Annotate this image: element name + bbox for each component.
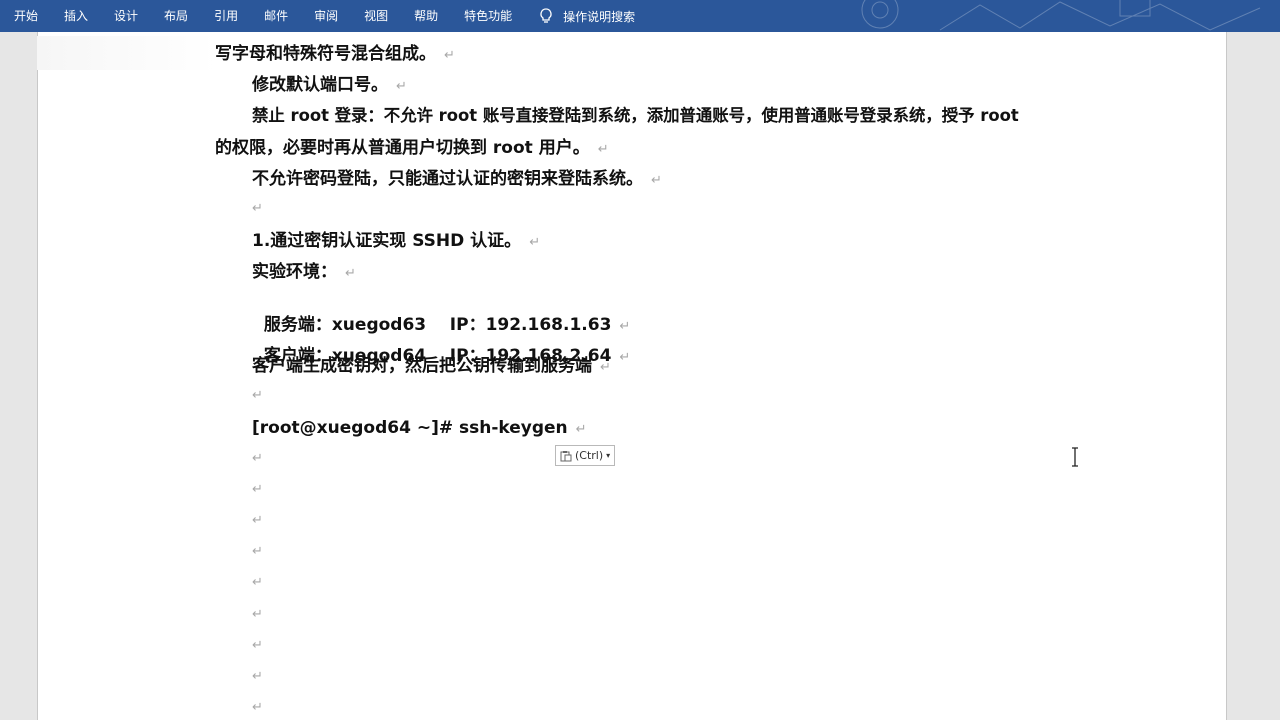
empty-paragraph-mark: ↵ bbox=[252, 607, 263, 622]
tab-home[interactable]: 开始 bbox=[0, 0, 51, 32]
paragraph-mark: ↵ bbox=[651, 173, 662, 188]
doc-line-10[interactable]: 客户端生成密钥对，然后把公钥传输到服务端 ↵ bbox=[252, 355, 611, 379]
paragraph-mark: ↵ bbox=[600, 360, 611, 375]
doc-line-text: [root@xuegod64 ~]# ssh-keygen bbox=[252, 418, 568, 438]
tab-design[interactable]: 设计 bbox=[101, 0, 151, 32]
empty-paragraph-mark: ↵ bbox=[252, 544, 263, 559]
redacted-area bbox=[37, 36, 217, 70]
paste-options-button[interactable]: (Ctrl) ▾ bbox=[555, 445, 615, 466]
chevron-down-icon: ▾ bbox=[606, 451, 611, 460]
empty-paragraph-mark: ↵ bbox=[252, 575, 263, 590]
empty-paragraph-mark: ↵ bbox=[252, 669, 263, 684]
doc-line-text: 修改默认端口号。 bbox=[252, 75, 388, 95]
doc-line-text: 不允许密码登陆，只能通过认证的密钥来登陆系统。 bbox=[252, 169, 643, 189]
ribbon-tab-bar: 开始 插入 设计 布局 引用 邮件 审阅 视图 帮助 特色功能 操作说明搜索 bbox=[0, 0, 1280, 32]
tab-help[interactable]: 帮助 bbox=[401, 0, 451, 32]
clipboard-icon bbox=[560, 450, 572, 461]
paragraph-mark: ↵ bbox=[396, 79, 407, 94]
empty-paragraph-mark: ↵ bbox=[252, 482, 263, 497]
doc-line-text: 的权限，必要时再从普通用户切换到 root 用户。 bbox=[215, 138, 590, 158]
doc-line-4[interactable]: 的权限，必要时再从普通用户切换到 root 用户。 ↵ bbox=[215, 137, 609, 161]
tell-me-search[interactable]: 操作说明搜索 bbox=[531, 0, 643, 32]
tell-me-label: 操作说明搜索 bbox=[563, 9, 636, 24]
doc-line-text: 客户端生成密钥对，然后把公钥传输到服务端 bbox=[252, 356, 592, 376]
doc-line-5[interactable]: 不允许密码登陆，只能通过认证的密钥来登陆系统。 ↵ bbox=[252, 168, 662, 192]
text-cursor-icon bbox=[1072, 447, 1078, 467]
doc-line-11[interactable]: [root@xuegod64 ~]# ssh-keygen ↵ bbox=[252, 417, 587, 441]
paragraph-mark: ↵ bbox=[597, 142, 609, 157]
doc-line-3[interactable]: 禁止 root 登录：不允许 root 账号直接登陆到系统，添加普通账号，使用普… bbox=[252, 105, 1019, 127]
tab-references[interactable]: 引用 bbox=[201, 0, 251, 32]
paragraph-mark: ↵ bbox=[345, 266, 356, 281]
tab-mailings[interactable]: 邮件 bbox=[251, 0, 301, 32]
tab-review[interactable]: 审阅 bbox=[301, 0, 351, 32]
empty-paragraph-mark: ↵ bbox=[252, 201, 263, 216]
doc-line-text: 实验环境： bbox=[252, 262, 337, 282]
paste-options-label: (Ctrl) bbox=[575, 449, 604, 462]
doc-line-text: 写字母和特殊符号混合组成。 bbox=[215, 44, 436, 64]
doc-line-text: 禁止 root 登录：不允许 root 账号直接登陆到系统，添加普通账号，使用普… bbox=[252, 106, 1019, 125]
doc-line-6[interactable]: 1.通过密钥认证实现 SSHD 认证。 ↵ bbox=[252, 230, 540, 254]
empty-paragraph-mark: ↵ bbox=[252, 638, 263, 653]
paragraph-mark: ↵ bbox=[575, 422, 587, 437]
doc-line-text: 1.通过密钥认证实现 SSHD 认证。 bbox=[252, 231, 522, 251]
paragraph-mark: ↵ bbox=[529, 235, 541, 250]
tab-view[interactable]: 视图 bbox=[351, 0, 401, 32]
document-page[interactable] bbox=[37, 32, 1227, 720]
tab-insert[interactable]: 插入 bbox=[51, 0, 101, 32]
tab-layout[interactable]: 布局 bbox=[151, 0, 201, 32]
doc-line-2[interactable]: 修改默认端口号。 ↵ bbox=[252, 74, 407, 98]
empty-paragraph-mark: ↵ bbox=[252, 513, 263, 528]
tab-special-features[interactable]: 特色功能 bbox=[451, 0, 525, 32]
ribbon-decoration bbox=[861, 0, 1261, 31]
paragraph-mark: ↵ bbox=[444, 48, 455, 63]
empty-paragraph-mark: ↵ bbox=[252, 700, 263, 715]
doc-line-1[interactable]: 写字母和特殊符号混合组成。 ↵ bbox=[215, 43, 455, 67]
empty-paragraph-mark: ↵ bbox=[252, 388, 263, 403]
empty-paragraph-mark: ↵ bbox=[252, 451, 263, 466]
doc-line-7[interactable]: 实验环境： ↵ bbox=[252, 261, 356, 285]
lightbulb-icon bbox=[540, 8, 552, 23]
paragraph-mark: ↵ bbox=[619, 350, 631, 365]
